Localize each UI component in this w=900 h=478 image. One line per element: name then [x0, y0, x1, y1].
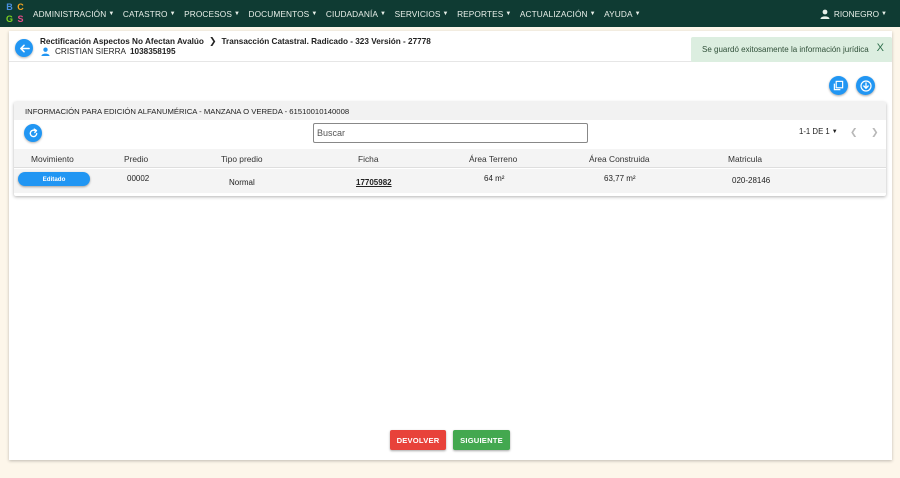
column-header-predio[interactable]: Predio [124, 154, 148, 164]
cell-area-construida: 63,77 m² [604, 174, 636, 183]
caret-down-icon: ▼ [881, 10, 887, 17]
caret-down-icon: ▼ [108, 10, 115, 17]
caret-down-icon: ▼ [169, 10, 176, 17]
menu-item-catastro[interactable]: CATASTRO ▼ [123, 9, 176, 19]
caret-down-icon: ▼ [831, 128, 838, 135]
refresh-button[interactable] [24, 124, 42, 142]
applicant-document: 1038358195 [129, 47, 176, 56]
menu-item-documentos[interactable]: DOCUMENTOS ▼ [249, 9, 318, 19]
refresh-icon [29, 127, 37, 137]
caret-down-icon: ▼ [233, 10, 241, 17]
close-toast-button[interactable]: X [877, 42, 884, 54]
top-navbar: B C G S ADMINISTRACIÓN ▼ CATASTRO ▼ PROCES… [0, 0, 900, 27]
column-header-movimiento[interactable]: Movimiento [31, 154, 74, 164]
main-card: Rectificación Aspectos No Afectan Avalúo… [9, 31, 892, 460]
download-icon [859, 79, 872, 92]
applicant-name: CRISTIAN SIERRA [55, 47, 126, 56]
chevron-right-icon: ❯ [208, 36, 217, 46]
menu-item-administracion[interactable]: ADMINISTRACIÓN ▼ [33, 9, 114, 19]
column-header-matricula[interactable]: Matricula [728, 154, 762, 164]
ficha-link[interactable]: 17705982 [356, 178, 392, 187]
caret-down-icon: ▼ [442, 10, 449, 17]
caret-down-icon: ▼ [311, 10, 318, 17]
column-header-tipo-predio[interactable]: Tipo predio [221, 154, 263, 164]
breadcrumb-process: Rectificación Aspectos No Afectan Avalúo [40, 37, 204, 46]
siguiente-button[interactable]: SIGUIENTE [453, 430, 510, 450]
user-menu[interactable]: RIONEGRO ▼ [820, 0, 887, 27]
caret-down-icon: ▼ [380, 10, 387, 17]
table-header: Movimiento Predio Tipo predio Ficha Área… [14, 149, 886, 168]
person-icon [41, 47, 50, 56]
cell-matricula: 020-28146 [732, 176, 771, 185]
menu-item-procesos[interactable]: PROCESOS ▼ [184, 9, 240, 19]
edit-panel: INFORMACIÓN PARA EDICIÓN ALFANUMÉRICA - … [14, 102, 886, 196]
caret-down-icon: ▼ [589, 10, 596, 17]
menu-item-reportes[interactable]: REPORTES ▼ [457, 9, 511, 19]
column-header-area-construida[interactable]: Área Construida [589, 154, 650, 164]
main-menu: ADMINISTRACIÓN ▼ CATASTRO ▼ PROCESOS ▼ DOCU… [33, 0, 649, 27]
previous-page-button[interactable]: ❮ [850, 127, 858, 138]
column-header-ficha[interactable]: Ficha [358, 154, 378, 164]
back-button[interactable] [15, 39, 33, 57]
applicant-info: CRISTIAN SIERRA 1038358195 [41, 47, 176, 56]
copy-icon [833, 80, 844, 91]
panel-title: INFORMACIÓN PARA EDICIÓN ALFANUMÉRICA - … [14, 102, 886, 120]
user-name: RIONEGRO [833, 8, 880, 19]
column-header-area-terreno[interactable]: Área Terreno [469, 154, 517, 164]
cell-tipo-predio: Normal [229, 178, 255, 187]
menu-item-ayuda[interactable]: AYUDA ▼ [604, 9, 641, 19]
arrow-left-icon [19, 44, 30, 52]
caret-down-icon: ▼ [505, 10, 512, 17]
person-icon [820, 9, 830, 19]
cell-predio: 00002 [127, 174, 150, 183]
download-button[interactable] [856, 76, 875, 95]
next-page-button[interactable]: ❯ [871, 127, 879, 138]
toast-message: Se guardó exitosamente la información ju… [702, 45, 869, 54]
devolver-button[interactable]: DEVOLVER [390, 430, 446, 450]
breadcrumb: Rectificación Aspectos No Afectan Avalúo… [40, 36, 431, 47]
success-toast: Se guardó exitosamente la información ju… [691, 37, 892, 62]
pagination-selector[interactable]: 1-1 DE 1 ▼ [799, 127, 838, 136]
search-input[interactable] [313, 123, 588, 143]
menu-item-ciudadania[interactable]: CIUDADANÍA ▼ [326, 9, 386, 19]
caret-down-icon: ▼ [634, 10, 641, 17]
app-logo[interactable]: B C G S [4, 2, 26, 26]
movimiento-edit-button[interactable]: Editado [18, 172, 90, 186]
menu-item-servicios[interactable]: SERVICIOS ▼ [395, 9, 449, 19]
menu-item-actualizacion[interactable]: ACTUALIZACIÓN ▼ [520, 9, 596, 19]
breadcrumb-transaction: Transacción Catastral. Radicado - 323 Ve… [221, 37, 431, 46]
table-row: Editado 00002 Normal 17705982 64 m² 63,7… [14, 169, 886, 193]
cell-area-terreno: 64 m² [484, 174, 505, 183]
copy-button[interactable] [829, 76, 848, 95]
